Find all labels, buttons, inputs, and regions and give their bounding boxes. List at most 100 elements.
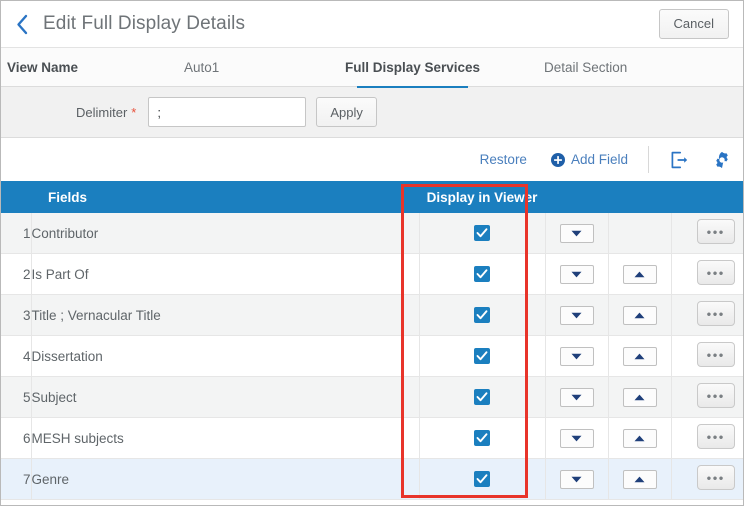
table-row[interactable]: 5Subject••• bbox=[1, 377, 744, 418]
move-up-button[interactable] bbox=[623, 388, 657, 407]
move-up-button[interactable] bbox=[623, 306, 657, 325]
display-in-viewer-checkbox[interactable] bbox=[474, 266, 490, 282]
delimiter-label: Delimiter bbox=[76, 105, 127, 120]
cancel-button[interactable]: Cancel bbox=[659, 9, 729, 39]
fields-table-body: 1Contributor•••2Is Part Of•••3Title ; Ve… bbox=[1, 213, 744, 500]
row-move-down-cell[interactable] bbox=[545, 418, 608, 459]
table-row[interactable]: 3Title ; Vernacular Title ••• bbox=[1, 295, 744, 336]
row-field-name: Dissertation bbox=[31, 336, 419, 377]
move-up-button[interactable] bbox=[623, 347, 657, 366]
row-display-in-viewer-cell[interactable] bbox=[419, 459, 545, 500]
row-actions-cell[interactable]: ••• bbox=[671, 377, 744, 418]
move-up-button[interactable] bbox=[623, 470, 657, 489]
row-actions-cell[interactable]: ••• bbox=[671, 459, 744, 500]
row-move-down-cell[interactable] bbox=[545, 254, 608, 295]
display-in-viewer-checkbox[interactable] bbox=[474, 389, 490, 405]
table-row[interactable]: 7Genre ••• bbox=[1, 459, 744, 500]
move-down-button[interactable] bbox=[560, 347, 594, 366]
apply-button[interactable]: Apply bbox=[316, 97, 377, 127]
row-actions-cell[interactable]: ••• bbox=[671, 254, 744, 295]
row-index: 6 bbox=[1, 418, 31, 459]
title-bar: Edit Full Display Details Cancel bbox=[1, 1, 743, 47]
move-down-button[interactable] bbox=[560, 388, 594, 407]
move-up-button[interactable] bbox=[623, 265, 657, 284]
fields-table-head: Fields Display in Viewer bbox=[1, 181, 744, 213]
delimiter-input[interactable] bbox=[148, 97, 306, 127]
row-index: 2 bbox=[1, 254, 31, 295]
display-in-viewer-checkbox[interactable] bbox=[474, 348, 490, 364]
table-row[interactable]: 6MESH subjects••• bbox=[1, 418, 744, 459]
display-in-viewer-checkbox[interactable] bbox=[474, 471, 490, 487]
required-marker: * bbox=[131, 105, 136, 120]
row-more-actions-label: ••• bbox=[698, 307, 734, 320]
row-index: 4 bbox=[1, 336, 31, 377]
row-move-down-cell[interactable] bbox=[545, 336, 608, 377]
row-field-name: Title ; Vernacular Title bbox=[31, 295, 419, 336]
row-more-actions-button[interactable]: ••• bbox=[697, 219, 735, 244]
delimiter-bar: Delimiter * Apply bbox=[1, 87, 743, 138]
view-name-label: View Name bbox=[7, 48, 78, 87]
row-more-actions-button[interactable]: ••• bbox=[697, 342, 735, 367]
row-actions-cell[interactable]: ••• bbox=[671, 336, 744, 377]
row-index: 3 bbox=[1, 295, 31, 336]
tab-detail-section[interactable]: Detail Section bbox=[544, 48, 627, 87]
row-move-up-cell[interactable] bbox=[608, 459, 671, 500]
row-more-actions-button[interactable]: ••• bbox=[697, 465, 735, 490]
row-field-name: Is Part Of bbox=[31, 254, 419, 295]
move-up-button[interactable] bbox=[623, 429, 657, 448]
row-actions-cell[interactable]: ••• bbox=[671, 418, 744, 459]
add-field-button[interactable]: Add Field bbox=[551, 152, 628, 167]
export-icon[interactable] bbox=[669, 150, 688, 169]
row-move-up-cell[interactable] bbox=[608, 254, 671, 295]
row-more-actions-button[interactable]: ••• bbox=[697, 424, 735, 449]
move-down-button[interactable] bbox=[560, 265, 594, 284]
row-move-down-cell[interactable] bbox=[545, 377, 608, 418]
row-field-name: Contributor bbox=[31, 213, 419, 254]
row-index: 5 bbox=[1, 377, 31, 418]
display-in-viewer-checkbox[interactable] bbox=[474, 430, 490, 446]
display-in-viewer-checkbox[interactable] bbox=[474, 307, 490, 323]
row-more-actions-button[interactable]: ••• bbox=[697, 383, 735, 408]
move-down-button[interactable] bbox=[560, 470, 594, 489]
row-index: 7 bbox=[1, 459, 31, 500]
row-move-down-cell[interactable] bbox=[545, 295, 608, 336]
gear-icon[interactable] bbox=[712, 150, 731, 169]
fields-table: Fields Display in Viewer 1Contributor•••… bbox=[1, 181, 744, 500]
row-display-in-viewer-cell[interactable] bbox=[419, 377, 545, 418]
row-move-down-cell[interactable] bbox=[545, 213, 608, 254]
row-display-in-viewer-cell[interactable] bbox=[419, 295, 545, 336]
column-header-display-in-viewer: Display in Viewer bbox=[419, 181, 545, 213]
row-display-in-viewer-cell[interactable] bbox=[419, 336, 545, 377]
table-action-toolbar: Restore Add Field bbox=[1, 138, 743, 181]
table-row[interactable]: 2Is Part Of ••• bbox=[1, 254, 744, 295]
row-actions-cell[interactable]: ••• bbox=[671, 295, 744, 336]
row-move-up-cell[interactable] bbox=[608, 295, 671, 336]
row-display-in-viewer-cell[interactable] bbox=[419, 254, 545, 295]
chevron-left-icon[interactable] bbox=[11, 11, 33, 37]
row-more-actions-button[interactable]: ••• bbox=[697, 301, 735, 326]
row-field-name: Genre bbox=[31, 459, 419, 500]
row-more-actions-label: ••• bbox=[698, 225, 734, 238]
move-down-button[interactable] bbox=[560, 429, 594, 448]
tab-full-display-services[interactable]: Full Display Services bbox=[345, 48, 480, 87]
row-actions-cell[interactable]: ••• bbox=[671, 213, 744, 254]
row-more-actions-label: ••• bbox=[698, 430, 734, 443]
row-more-actions-button[interactable]: ••• bbox=[697, 260, 735, 285]
display-in-viewer-checkbox[interactable] bbox=[474, 225, 490, 241]
row-move-up-cell[interactable] bbox=[608, 213, 671, 254]
column-header-actions bbox=[671, 181, 744, 213]
row-display-in-viewer-cell[interactable] bbox=[419, 418, 545, 459]
move-down-button[interactable] bbox=[560, 306, 594, 325]
restore-link[interactable]: Restore bbox=[480, 152, 527, 167]
page-title: Edit Full Display Details bbox=[43, 13, 245, 35]
row-display-in-viewer-cell[interactable] bbox=[419, 213, 545, 254]
row-move-down-cell[interactable] bbox=[545, 459, 608, 500]
tab-auto1[interactable]: Auto1 bbox=[184, 48, 219, 87]
table-row[interactable]: 1Contributor••• bbox=[1, 213, 744, 254]
row-move-up-cell[interactable] bbox=[608, 418, 671, 459]
row-move-up-cell[interactable] bbox=[608, 377, 671, 418]
table-row[interactable]: 4Dissertation ••• bbox=[1, 336, 744, 377]
move-down-button[interactable] bbox=[560, 224, 594, 243]
fields-table-header-row: Fields Display in Viewer bbox=[1, 181, 744, 213]
row-move-up-cell[interactable] bbox=[608, 336, 671, 377]
